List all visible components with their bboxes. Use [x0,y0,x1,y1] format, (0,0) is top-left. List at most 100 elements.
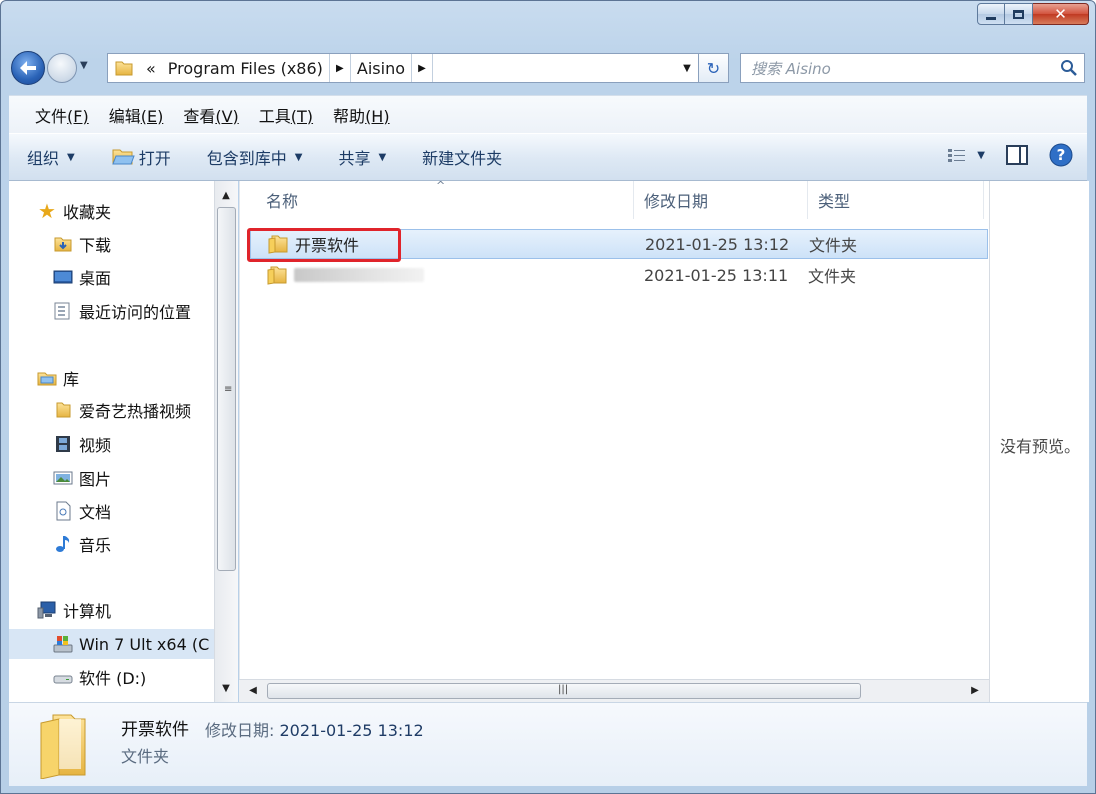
breadcrumb-aisino[interactable]: Aisino [351,54,411,82]
recent-pages-dropdown-icon[interactable]: ▼ [80,60,88,71]
search-icon[interactable] [1060,59,1078,77]
file-list: 名称 ^ 修改日期 类型 开票软件 2021-01-25 13:12 文件夹 2… [239,179,989,702]
file-name-redacted [294,268,424,282]
details-modified: 修改日期: 2021-01-25 13:12 [205,721,424,740]
chevron-right-icon[interactable]: ▶ [328,54,351,82]
chevron-down-icon: ▼ [67,151,75,163]
menu-view[interactable]: 查看(V) [173,103,248,127]
details-view-icon [948,149,966,162]
file-name-cell: 开票软件 [247,228,623,262]
nav-desktop[interactable]: 桌面 [53,262,111,292]
menu-file[interactable]: 文件(F) [25,103,99,127]
menu-tools[interactable]: 工具(T) [249,103,323,127]
scrollbar-thumb[interactable]: ≡ [217,207,236,571]
menu-help[interactable]: 帮助(H) [323,103,400,127]
nav-libraries[interactable]: 库 [37,363,79,393]
chevron-down-icon: ▼ [977,149,985,161]
address-overflow[interactable]: « [140,54,162,82]
menu-edit[interactable]: 编辑(E) [99,103,174,127]
nav-computer[interactable]: 计算机 [37,595,111,625]
downloads-folder-icon [54,237,72,252]
file-modified: 2021-01-25 13:12 [645,234,790,254]
address-bar[interactable]: « Program Files (x86) ▶ Aisino ▶ ▼ [107,53,699,83]
nav-recent-places[interactable]: 最近访问的位置 [53,296,191,326]
menu-bar: 文件(F) 编辑(E) 查看(V) 工具(T) 帮助(H) [9,95,1087,133]
open-folder-icon [111,149,135,165]
chevron-right-icon[interactable]: ▶ [411,54,434,82]
nav-documents[interactable]: 文档 [53,496,111,526]
preview-pane-icon[interactable] [1005,144,1029,166]
refresh-button[interactable]: ↻ [699,53,729,83]
no-preview-text: 没有预览。 [1000,437,1081,456]
file-row[interactable]: 2021-01-25 13:11 文件夹 [250,260,988,290]
nav-iqiyi-videos[interactable]: 爱奇艺热播视频 [53,395,191,425]
star-icon: ★ [38,199,56,223]
preview-pane: 没有预览。 [989,181,1089,702]
new-folder-button[interactable]: 新建文件夹 [422,145,502,169]
file-name-cell [250,265,622,285]
change-view-button[interactable]: ▼ [947,147,985,163]
view-controls: ▼ ? [947,143,1073,167]
details-pane: 开票软件 修改日期: 2021-01-25 13:12 文件夹 [9,702,1087,786]
minimize-button[interactable] [977,3,1005,25]
folder-icon [40,714,86,779]
nav-pictures[interactable]: 图片 [53,463,111,493]
nav-favorites[interactable]: ★ 收藏夹 [37,196,111,226]
system-drive-icon [53,636,73,653]
include-in-library-button[interactable]: 包含到库中 ▼ [207,145,303,169]
search-input[interactable]: 搜索 Aisino [740,53,1085,83]
breadcrumb-program-files[interactable]: Program Files (x86) [162,54,329,82]
computer-icon [37,601,56,619]
search-placeholder: 搜索 Aisino [751,59,831,78]
folder-icon [267,266,287,285]
navigation-scrollbar[interactable]: ▲ ≡ ▼ [214,181,238,702]
video-icon [56,436,70,452]
forward-button[interactable] [47,53,77,83]
scrollbar-thumb[interactable]: ||| [267,683,861,699]
file-row[interactable]: 开票软件 2021-01-25 13:12 文件夹 [247,228,988,262]
column-headers: 名称 ^ 修改日期 类型 [240,179,989,219]
libraries-icon [37,372,57,386]
desktop-icon [53,270,73,284]
minimize-icon [986,16,996,20]
scroll-up-icon[interactable]: ▲ [215,185,237,207]
nav-videos[interactable]: 视频 [53,429,111,459]
nav-music[interactable]: 音乐 [53,529,111,559]
command-bar: 组织 ▼ 打开 包含到库中 ▼ 共享 ▼ 新建文件夹 ▼ ? [9,133,1087,181]
nav-drive-c[interactable]: Win 7 Ult x64 (C [9,629,214,659]
organize-button[interactable]: 组织 ▼ [27,145,75,169]
scroll-left-icon[interactable]: ◀ [243,680,263,702]
file-list-horizontal-scrollbar[interactable]: ◀ ||| ▶ [239,679,989,702]
recent-places-icon [54,302,70,320]
folder-icon [115,61,133,76]
grip-icon: ||| [558,684,569,695]
documents-icon [56,501,71,521]
address-dropdown-icon[interactable]: ▼ [676,63,698,74]
chevron-down-icon: ▼ [378,151,387,163]
column-name[interactable]: 名称 ^ [240,179,634,219]
navigation-pane: ★ 收藏夹 下载 桌面 最近访问的位置 库 爱奇艺热播视频 视频 图片 文档 音… [9,181,214,702]
help-icon[interactable]: ? [1049,143,1073,167]
back-arrow-icon [20,61,36,75]
share-button[interactable]: 共享 ▼ [338,145,386,169]
explorer-window: ✕ ▼ « Program Files (x86) ▶ Aisino ▶ ▼ ↻… [0,0,1096,794]
nav-drive-d[interactable]: 软件 (D:) [53,662,146,692]
column-type[interactable]: 类型 [808,181,984,219]
chevron-down-icon: ▼ [294,151,303,163]
caption-buttons: ✕ [977,3,1089,25]
back-button[interactable] [11,51,45,85]
file-type: 文件夹 [809,236,858,255]
open-button[interactable]: 打开 [111,145,171,169]
scroll-right-icon[interactable]: ▶ [965,680,985,702]
folder-icon [56,402,71,418]
file-modified: 2021-01-25 13:11 [644,265,789,285]
pictures-icon [53,471,73,485]
column-modified[interactable]: 修改日期 [634,181,808,219]
maximize-button[interactable] [1005,3,1033,25]
refresh-icon: ↻ [706,58,721,78]
grip-icon: ≡ [224,384,233,395]
scroll-down-icon[interactable]: ▼ [215,678,237,700]
details-file-type: 文件夹 [121,747,170,766]
nav-downloads[interactable]: 下载 [53,229,111,259]
close-button[interactable]: ✕ [1033,3,1089,25]
